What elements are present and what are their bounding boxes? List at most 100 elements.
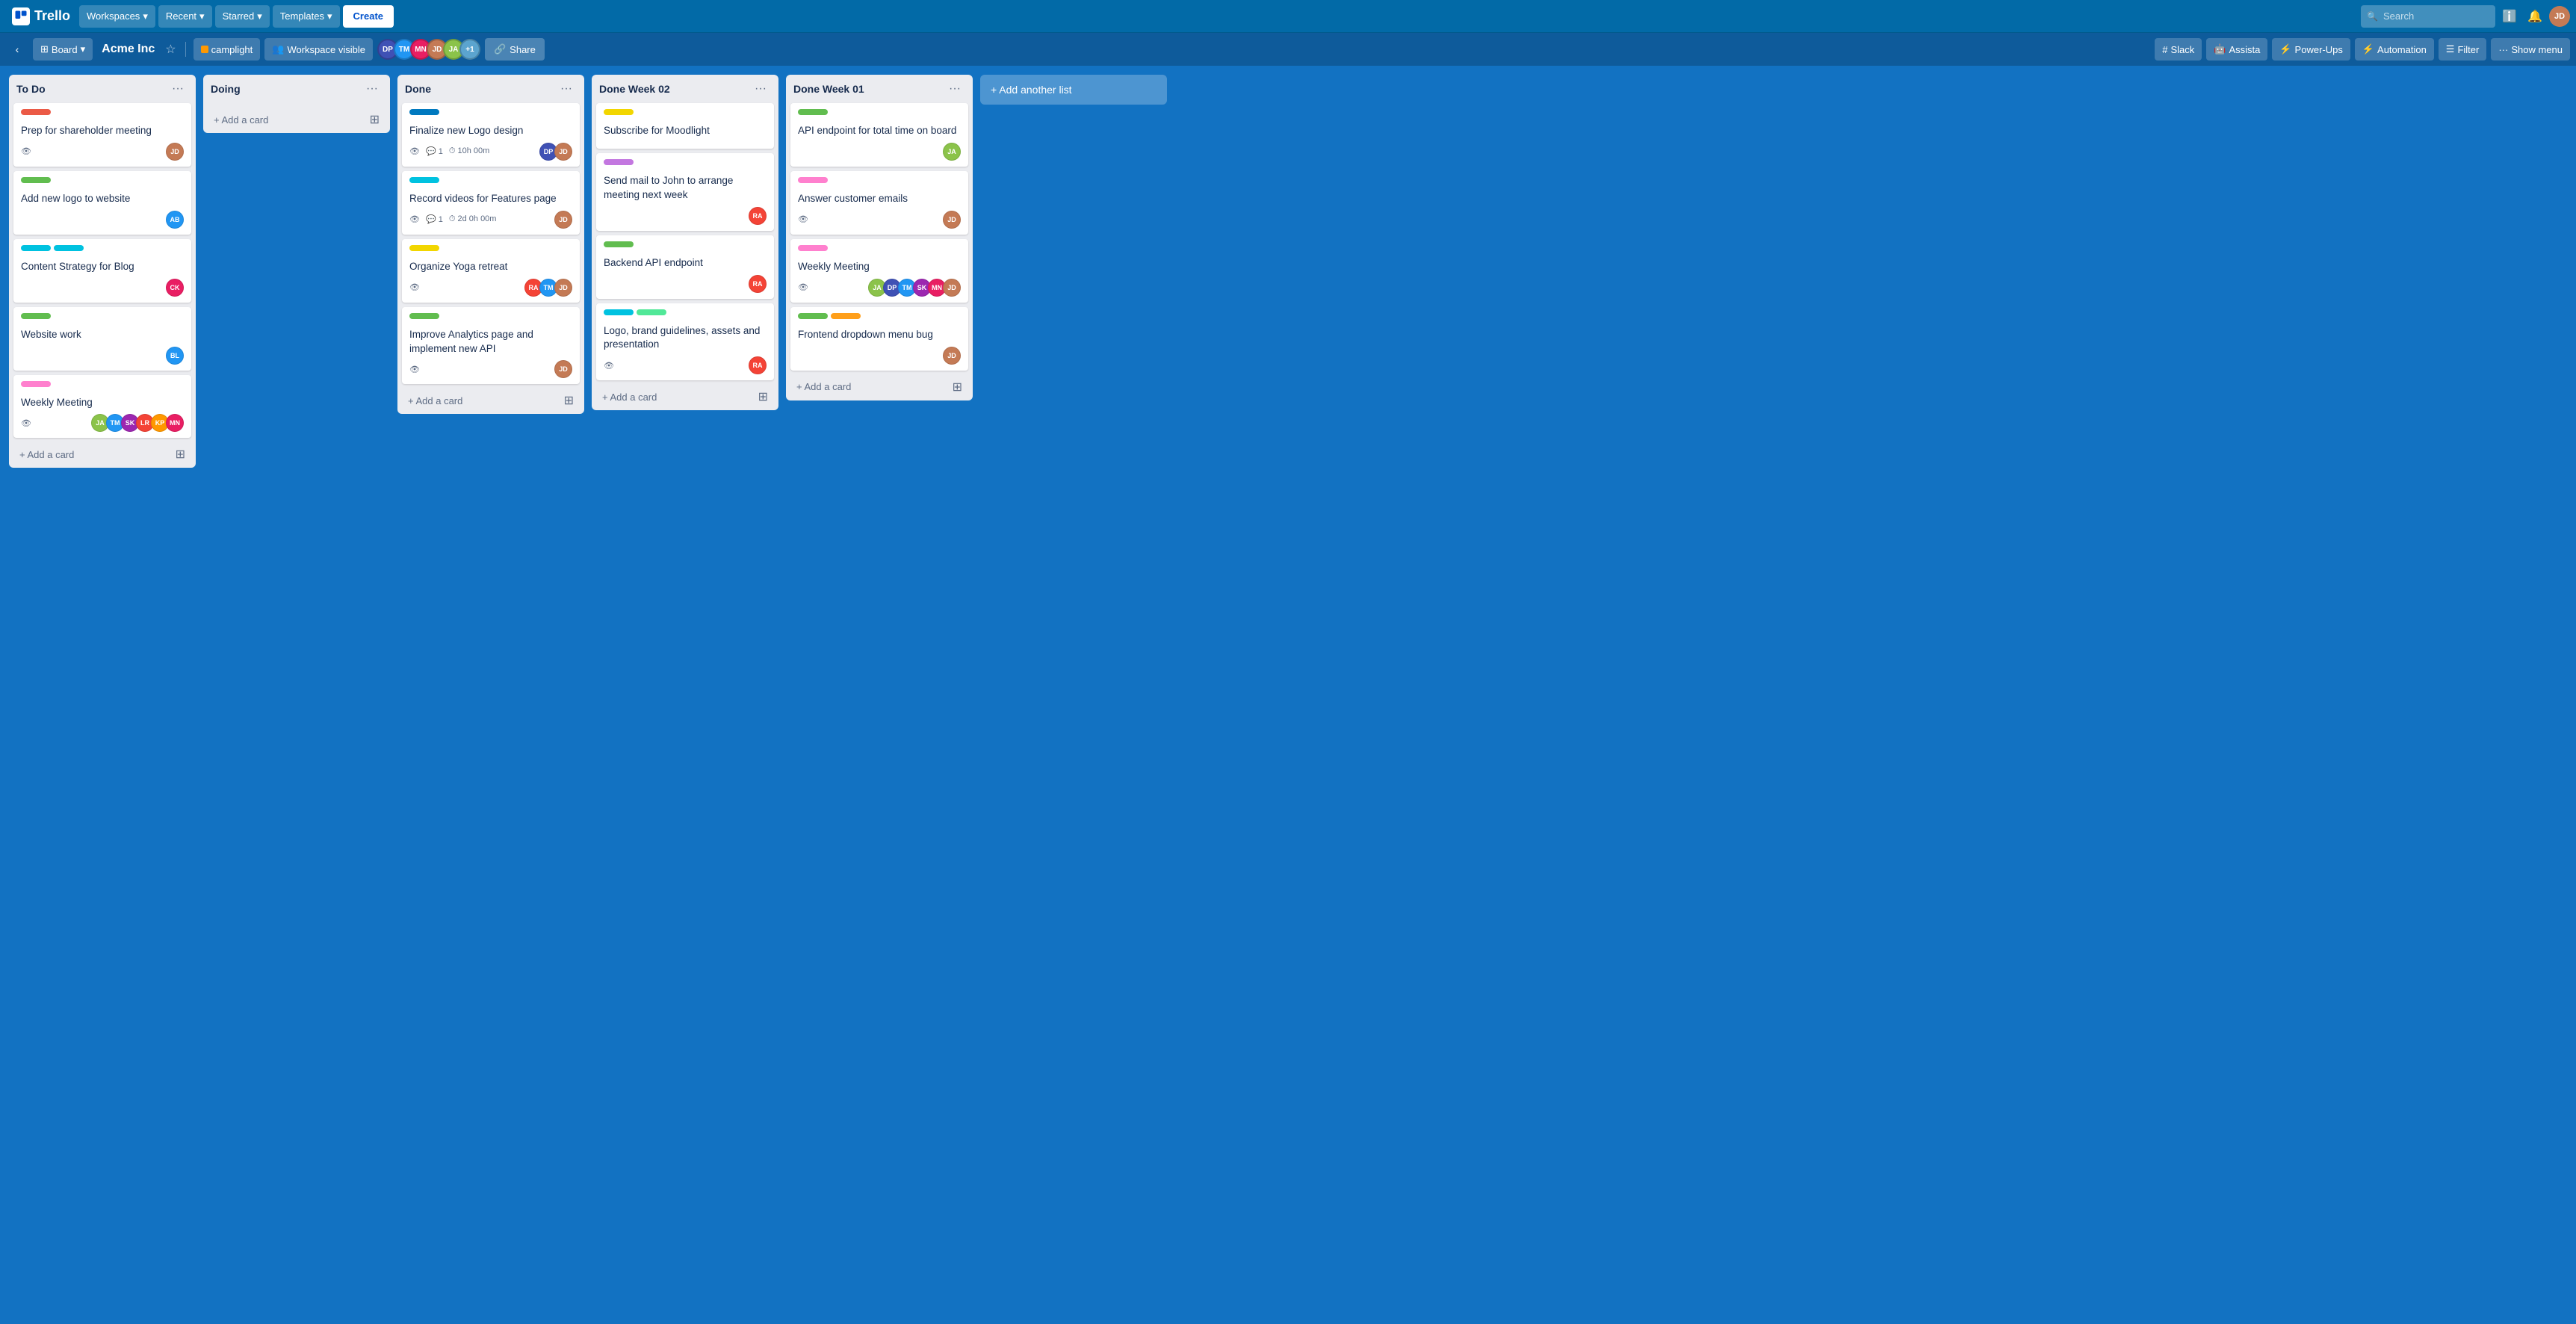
watch-indicator: 👁 [798, 282, 808, 292]
card-avatar[interactable]: JD [554, 360, 572, 378]
add-card-button[interactable]: + Add a card [598, 389, 754, 406]
card-avatar[interactable]: JD [943, 211, 961, 229]
card[interactable]: Add new logo to website AB ✎ [13, 171, 191, 235]
compose-card-button[interactable]: ⊞ [948, 378, 967, 396]
list-footer: + Add a card ⊞ [9, 441, 196, 468]
card-avatar[interactable]: RA [749, 207, 767, 225]
card[interactable]: Finalize new Logo design 👁💬 1⏱ 10h 00mDP… [402, 103, 580, 167]
card-labels [604, 159, 767, 170]
card[interactable]: Answer customer emails 👁JD ✎ [790, 171, 968, 235]
card-avatar[interactable]: JD [554, 279, 572, 297]
card-avatar[interactable]: JD [166, 143, 184, 161]
add-card-button[interactable]: + Add a card [15, 446, 171, 463]
workspace-button[interactable]: camplight [193, 38, 261, 61]
user-avatar[interactable]: JD [2549, 6, 2570, 27]
top-navbar: Trello Workspaces ▾ Recent ▾ Starred ▾ T… [0, 0, 2576, 33]
assista-button[interactable]: 🤖 Assista [2206, 38, 2267, 61]
card-avatar[interactable]: JD [554, 211, 572, 229]
card-title: Backend API endpoint [604, 256, 767, 270]
card[interactable]: Organize Yoga retreat 👁RATMJD ✎ [402, 239, 580, 303]
list-menu-button[interactable]: ··· [167, 81, 188, 97]
card-labels [21, 381, 184, 392]
list-menu-button[interactable]: ··· [362, 81, 383, 97]
card-avatar[interactable]: AB [166, 211, 184, 229]
board-nav-right: # Slack 🤖 Assista ⚡ Power-Ups ⚡ Automati… [2155, 38, 2570, 61]
watch-indicator: 👁 [798, 214, 808, 224]
card-avatar[interactable]: RA [749, 275, 767, 293]
card-label [637, 309, 666, 315]
card-title: Weekly Meeting [21, 396, 184, 410]
list-title: Done [405, 83, 556, 95]
back-button[interactable]: ‹ [6, 38, 28, 61]
automation-button[interactable]: ⚡ Automation [2355, 38, 2434, 61]
card-avatar[interactable]: JD [943, 347, 961, 365]
card[interactable]: Content Strategy for Blog CK ✎ [13, 239, 191, 303]
assista-icon: 🤖 [2214, 43, 2226, 55]
card-meta: AB [21, 211, 184, 229]
card-meta-left: 👁 [21, 146, 31, 156]
list-header: Done Week 02 ··· [592, 75, 778, 100]
list-menu-button[interactable]: ··· [556, 81, 577, 97]
card[interactable]: Send mail to John to arrange meeting nex… [596, 153, 774, 231]
card[interactable]: Record videos for Features page 👁💬 1⏱ 2d… [402, 171, 580, 235]
recent-button[interactable]: Recent ▾ [158, 5, 212, 28]
card-avatar[interactable]: JD [943, 279, 961, 297]
compose-card-button[interactable]: ⊞ [365, 111, 384, 129]
card-meta-left: 👁 [21, 418, 31, 428]
card[interactable]: Frontend dropdown menu bug JD ✎ [790, 307, 968, 371]
card-meta: 👁JD [409, 360, 572, 378]
add-card-button[interactable]: + Add a card [209, 111, 365, 129]
compose-card-button[interactable]: ⊞ [560, 392, 578, 409]
share-button[interactable]: 🔗 Share [485, 38, 545, 61]
starred-button[interactable]: Starred ▾ [215, 5, 270, 28]
card-labels [798, 177, 961, 188]
card-avatar[interactable]: CK [166, 279, 184, 297]
card[interactable]: Prep for shareholder meeting 👁JD ✎ [13, 103, 191, 167]
card-avatar[interactable]: BL [166, 347, 184, 365]
card-avatar[interactable]: MN [166, 414, 184, 432]
create-button[interactable]: Create [343, 5, 394, 28]
card[interactable]: Improve Analytics page and implement new… [402, 307, 580, 385]
slack-button[interactable]: # Slack [2155, 38, 2202, 61]
list-menu-button[interactable]: ··· [750, 81, 771, 97]
card[interactable]: Website work BL ✎ [13, 307, 191, 371]
visibility-button[interactable]: 👥 Workspace visible [264, 38, 373, 61]
search-input[interactable] [2361, 5, 2495, 28]
card[interactable]: Weekly Meeting 👁JATMSKLRKPMN ✎ [13, 375, 191, 439]
card-avatar[interactable]: RA [749, 356, 767, 374]
compose-card-button[interactable]: ⊞ [171, 445, 190, 463]
notification-button[interactable]: 🔔 [2524, 5, 2546, 28]
card-title: Answer customer emails [798, 192, 961, 206]
card[interactable]: Backend API endpoint RA ✎ [596, 235, 774, 299]
board-view-button[interactable]: ⊞ Board ▾ [33, 38, 93, 61]
list-menu-button[interactable]: ··· [944, 81, 965, 97]
card-avatar[interactable]: JA [943, 143, 961, 161]
powerups-button[interactable]: ⚡ Power-Ups [2272, 38, 2350, 61]
card[interactable]: Subscribe for Moodlight ✎ [596, 103, 774, 149]
card-title: Send mail to John to arrange meeting nex… [604, 174, 767, 202]
add-card-button[interactable]: + Add a card [792, 378, 948, 395]
star-button[interactable]: ☆ [164, 40, 177, 58]
card[interactable]: API endpoint for total time on board JA … [790, 103, 968, 167]
add-list-button[interactable]: + Add another list [980, 75, 1167, 105]
templates-button[interactable]: Templates ▾ [273, 5, 340, 28]
workspaces-button[interactable]: Workspaces ▾ [79, 5, 155, 28]
card[interactable]: Weekly Meeting 👁JADPTMSKMNJD ✎ [790, 239, 968, 303]
card[interactable]: Logo, brand guidelines, assets and prese… [596, 303, 774, 381]
slack-icon: # [2162, 44, 2167, 55]
card-meta-left: 👁💬 1⏱ 2d 0h 00m [409, 214, 496, 224]
card-avatar[interactable]: JD [554, 143, 572, 161]
trello-wordmark: Trello [34, 8, 70, 24]
add-card-button[interactable]: + Add a card [403, 392, 560, 409]
card-title: Weekly Meeting [798, 260, 961, 274]
show-menu-button[interactable]: ··· Show menu [2491, 38, 2570, 61]
filter-button[interactable]: ☰ Filter [2439, 38, 2487, 61]
board-area: To Do ··· Prep for shareholder meeting 👁… [0, 66, 2576, 1324]
info-button[interactable]: ℹ️ [2498, 5, 2521, 28]
compose-card-button[interactable]: ⊞ [754, 388, 773, 406]
extra-members-badge[interactable]: +1 [459, 39, 480, 60]
workspace-icon [201, 46, 208, 53]
trello-logo[interactable]: Trello [6, 7, 76, 25]
board-member-avatars: DP TM MN JD JA +1 [377, 39, 480, 60]
card-label [21, 313, 51, 319]
